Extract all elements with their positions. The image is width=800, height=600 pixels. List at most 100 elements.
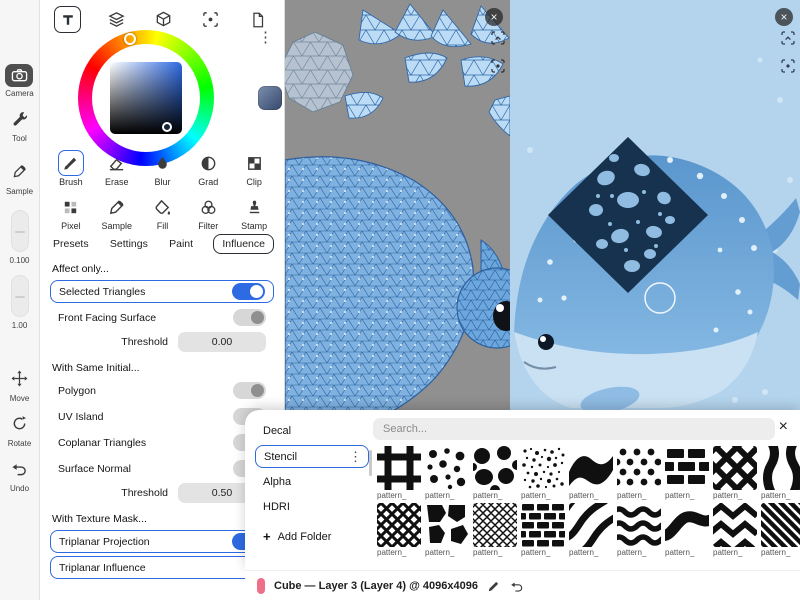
undo-button[interactable]: Undo bbox=[10, 460, 29, 493]
tool-brush[interactable]: Brush bbox=[48, 150, 94, 187]
pattern-thumbnail[interactable]: pattern_ bbox=[665, 503, 709, 557]
pattern-image-speckle bbox=[521, 446, 565, 490]
pattern-thumbnail[interactable]: pattern_ bbox=[521, 503, 565, 557]
rotate-button[interactable]: Rotate bbox=[8, 415, 32, 448]
close-asset-panel-button[interactable]: × bbox=[779, 416, 788, 438]
status-undo-icon[interactable] bbox=[510, 579, 524, 593]
tab-settings[interactable]: Settings bbox=[109, 235, 149, 253]
row-label: Coplanar Triangles bbox=[58, 437, 146, 449]
pattern-thumbnail[interactable]: pattern_ bbox=[425, 446, 469, 500]
category-hdri[interactable]: HDRI bbox=[255, 496, 369, 518]
pattern-image-waveblob bbox=[569, 446, 613, 490]
pattern-image-polka bbox=[617, 446, 661, 490]
pattern-label: pattern_ bbox=[713, 491, 757, 500]
pattern-image-waves bbox=[617, 503, 661, 547]
pattern-thumbnail[interactable]: pattern_ bbox=[713, 446, 757, 500]
pattern-thumbnail[interactable]: pattern_ bbox=[713, 503, 757, 557]
tool-blur[interactable]: Blur bbox=[140, 150, 186, 187]
tool-stamp[interactable]: Stamp bbox=[231, 194, 277, 231]
text-tool-button[interactable] bbox=[54, 6, 81, 33]
scene-cube-button[interactable] bbox=[152, 8, 176, 32]
cube-icon bbox=[154, 10, 173, 29]
add-folder-button[interactable]: + Add Folder bbox=[255, 524, 369, 549]
camera-mode-button[interactable]: Camera bbox=[5, 64, 33, 98]
pattern-thumbnail[interactable]: pattern_ bbox=[665, 446, 709, 500]
current-color-swatch[interactable] bbox=[258, 86, 282, 110]
pattern-thumbnail[interactable]: pattern_ bbox=[569, 503, 613, 557]
app-window: Camera Tool Sample 0.100 1.00 Move bbox=[0, 0, 800, 600]
pattern-thumbnail[interactable]: pattern_ bbox=[377, 503, 421, 557]
close-viewport-button[interactable]: × bbox=[775, 8, 793, 26]
hue-selector[interactable] bbox=[124, 33, 136, 45]
panel-tabs: Presets Settings Paint Influence bbox=[52, 234, 274, 254]
search-input[interactable] bbox=[373, 418, 775, 440]
focus-icon bbox=[201, 10, 220, 29]
file-button[interactable] bbox=[246, 8, 270, 32]
move-button[interactable]: Move bbox=[10, 370, 30, 403]
color-wheel[interactable] bbox=[78, 30, 214, 166]
focus-button[interactable] bbox=[199, 8, 223, 32]
thumbnail-scrollbar[interactable] bbox=[369, 450, 372, 476]
pattern-thumbnail[interactable]: pattern_ bbox=[377, 446, 421, 500]
toggle-polygon[interactable] bbox=[233, 382, 266, 399]
tool-mode-button[interactable]: Tool bbox=[11, 110, 28, 143]
tab-presets[interactable]: Presets bbox=[52, 235, 90, 253]
threshold-value-field[interactable]: 0.00 bbox=[178, 332, 266, 352]
layers-icon bbox=[107, 10, 126, 29]
sv-selector[interactable] bbox=[162, 122, 172, 132]
toggle-front-facing-surface[interactable] bbox=[233, 309, 266, 326]
pattern-label: pattern_ bbox=[473, 548, 517, 557]
pattern-label: pattern_ bbox=[761, 491, 800, 500]
pattern-thumbnail[interactable]: pattern_ bbox=[761, 446, 800, 500]
row-triplanar-influence[interactable]: Triplanar Influence bbox=[50, 556, 274, 579]
row-label: Surface Normal bbox=[58, 463, 131, 475]
tab-influence[interactable]: Influence bbox=[213, 234, 274, 254]
frame-fit-icon[interactable] bbox=[781, 59, 795, 78]
pattern-thumbnail[interactable]: pattern_ bbox=[761, 503, 800, 557]
brush-opacity-slider[interactable]: 1.00 bbox=[11, 275, 29, 330]
kebab-menu-icon[interactable]: ⋮ bbox=[349, 450, 362, 463]
row-triplanar-projection: Triplanar Projection bbox=[50, 530, 274, 553]
layers-button[interactable] bbox=[104, 8, 128, 32]
category-decal[interactable]: Decal bbox=[255, 420, 369, 442]
tab-paint[interactable]: Paint bbox=[168, 235, 194, 253]
close-viewport-button[interactable]: × bbox=[485, 8, 503, 26]
pattern-thumbnail[interactable]: pattern_ bbox=[521, 446, 565, 500]
pattern-thumbnail[interactable]: pattern_ bbox=[473, 446, 517, 500]
category-stencil[interactable]: Stencil ⋮ bbox=[255, 445, 369, 468]
slider-track[interactable] bbox=[11, 210, 29, 252]
frame-home-icon[interactable] bbox=[781, 31, 795, 50]
slider-track[interactable] bbox=[11, 275, 29, 317]
pattern-label: pattern_ bbox=[377, 491, 421, 500]
pattern-thumbnail[interactable]: pattern_ bbox=[617, 446, 661, 500]
pattern-thumbnail[interactable]: pattern_ bbox=[617, 503, 661, 557]
uv-shapes bbox=[285, 4, 510, 444]
tool-grad[interactable]: Grad bbox=[185, 150, 231, 187]
eyedropper-icon bbox=[104, 194, 130, 220]
tool-clip[interactable]: Clip bbox=[231, 150, 277, 187]
tool-filter[interactable]: Filter bbox=[185, 194, 231, 231]
tool-erase[interactable]: Erase bbox=[94, 150, 140, 187]
pattern-thumbnail[interactable]: pattern_ bbox=[425, 503, 469, 557]
pattern-thumbnail[interactable]: pattern_ bbox=[569, 446, 613, 500]
pattern-image-fishnet bbox=[377, 503, 421, 547]
frame-fit-icon[interactable] bbox=[491, 59, 505, 78]
saturation-value-square[interactable] bbox=[110, 62, 182, 134]
pixel-grid-icon bbox=[58, 194, 84, 220]
tool-sample[interactable]: Sample bbox=[94, 194, 140, 231]
left-toolbar: Camera Tool Sample 0.100 1.00 Move bbox=[0, 0, 40, 600]
brush-icon bbox=[58, 150, 84, 176]
sample-mode-button[interactable]: Sample bbox=[6, 163, 33, 196]
pattern-thumbnail[interactable]: pattern_ bbox=[473, 503, 517, 557]
color-menu-button[interactable]: ⋮ bbox=[258, 30, 270, 45]
toggle-selected-triangles[interactable] bbox=[232, 283, 265, 300]
category-alpha[interactable]: Alpha bbox=[255, 471, 369, 493]
edit-layer-pencil-icon[interactable] bbox=[487, 579, 501, 593]
tool-fill[interactable]: Fill bbox=[140, 194, 186, 231]
brush-size-slider[interactable]: 0.100 bbox=[9, 210, 29, 265]
frame-home-icon[interactable] bbox=[491, 31, 505, 50]
pattern-image-diagwaves bbox=[569, 503, 613, 547]
status-bar: Cube — Layer 3 (Layer 4) @ 4096x4096 bbox=[245, 570, 800, 600]
tool-pixel[interactable]: Pixel bbox=[48, 194, 94, 231]
tool-label: Pixel bbox=[61, 221, 81, 231]
